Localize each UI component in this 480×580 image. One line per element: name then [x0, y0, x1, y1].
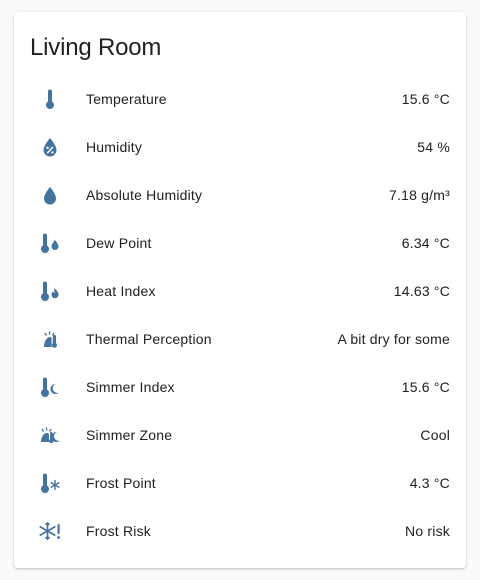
sun-moon-icon [38, 423, 62, 447]
sensor-card: Living Room Temperature 15.6 °C Humidity… [14, 12, 466, 568]
thermometer-water-icon [38, 231, 62, 255]
entity-row-simmer-index[interactable]: Simmer Index 15.6 °C [14, 363, 466, 411]
entity-value: No risk [405, 523, 450, 539]
entity-row-simmer-zone[interactable]: Simmer Zone Cool [14, 411, 466, 459]
thermometer-snowflake-icon [38, 471, 62, 495]
card-title: Living Room [30, 34, 162, 61]
thermometer-flame-icon [38, 279, 62, 303]
entity-row-thermal-perception[interactable]: Thermal Perception A bit dry for some [14, 315, 466, 363]
snowflake-alert-icon [38, 519, 62, 543]
entity-row-absolute-humidity[interactable]: Absolute Humidity 7.18 g/m³ [14, 171, 466, 219]
entity-row-heat-index[interactable]: Heat Index 14.63 °C [14, 267, 466, 315]
entity-list: Temperature 15.6 °C Humidity 54 % Absolu… [14, 75, 466, 555]
water-percent-icon [38, 135, 62, 159]
entity-label: Heat Index [86, 283, 156, 299]
thermometer-icon [38, 87, 62, 111]
entity-row-frost-point[interactable]: Frost Point 4.3 °C [14, 459, 466, 507]
entity-label: Humidity [86, 139, 143, 155]
entity-row-dew-point[interactable]: Dew Point 6.34 °C [14, 219, 466, 267]
entity-label: Simmer Zone [86, 427, 173, 443]
entity-value: 54 % [417, 139, 450, 155]
entity-row-humidity[interactable]: Humidity 54 % [14, 123, 466, 171]
entity-value: 6.34 °C [401, 235, 450, 251]
sun-thermometer-icon [38, 327, 62, 351]
thermometer-moon-icon [38, 375, 62, 399]
entity-label: Frost Risk [86, 523, 151, 539]
entity-label: Simmer Index [86, 379, 175, 395]
entity-label: Frost Point [86, 475, 156, 491]
entity-label: Dew Point [86, 235, 152, 251]
entity-value: 4.3 °C [409, 475, 450, 491]
entity-label: Temperature [86, 91, 167, 107]
entity-value: 7.18 g/m³ [389, 187, 450, 203]
entity-row-frost-risk[interactable]: Frost Risk No risk [14, 507, 466, 555]
entity-value: 14.63 °C [393, 283, 450, 299]
entity-row-temperature[interactable]: Temperature 15.6 °C [14, 75, 466, 123]
entity-value: A bit dry for some [337, 331, 450, 347]
entity-value: Cool [420, 427, 450, 443]
water-drop-icon [38, 183, 62, 207]
entity-label: Thermal Perception [86, 331, 212, 347]
entity-value: 15.6 °C [401, 379, 450, 395]
entity-label: Absolute Humidity [86, 187, 203, 203]
entity-value: 15.6 °C [401, 91, 450, 107]
